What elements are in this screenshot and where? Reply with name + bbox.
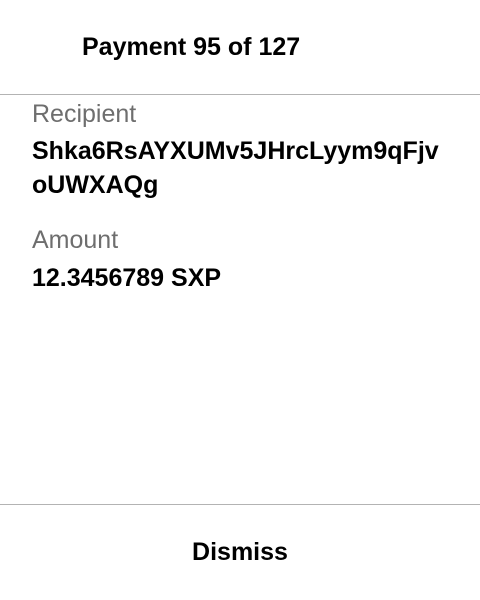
dismiss-button[interactable]: Dismiss: [0, 505, 480, 600]
page-title: Payment 95 of 127: [82, 33, 301, 61]
recipient-label: Recipient: [32, 100, 137, 128]
payment-details: Recipient Shka6RsAYXUMv5JHrcLyym9qFjvoUW…: [32, 96, 452, 295]
dialog-footer: Dismiss: [0, 504, 480, 600]
amount-label: Amount: [32, 226, 119, 254]
recipient-value: Shka6RsAYXUMv5JHrcLyym9qFjvoUWXAQg: [32, 137, 439, 199]
dialog-header: Payment 95 of 127: [0, 0, 480, 95]
amount-value: 12.3456789 SXP: [32, 264, 222, 292]
